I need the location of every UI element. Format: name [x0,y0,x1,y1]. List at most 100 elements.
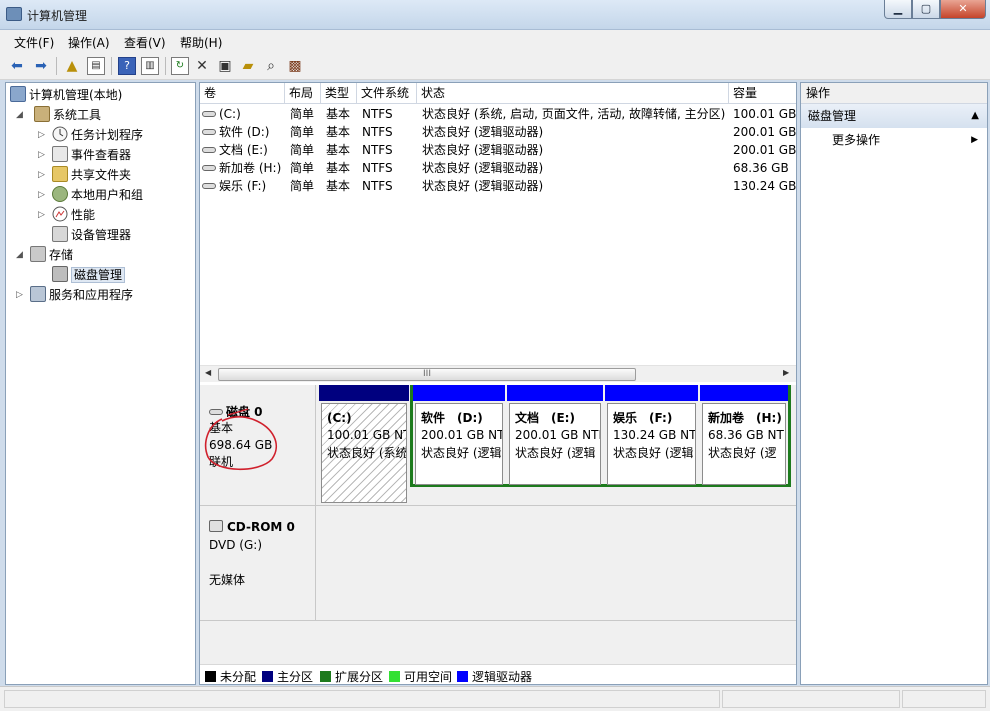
legend-extended: 扩展分区 [320,668,383,684]
column-header-status[interactable]: 状态 [417,83,729,104]
event-viewer-icon [52,146,68,162]
volume-icon [202,183,216,189]
tree-item-local-users[interactable]: ▷ 本地用户和组 [38,185,143,205]
expand-arrow-icon[interactable]: ▷ [38,125,45,145]
tree-item-device-manager[interactable]: 设备管理器 [52,225,131,245]
menu-action[interactable]: 操作(A) [68,34,110,51]
forward-arrow-icon[interactable]: ➡ [32,57,50,75]
column-header-capacity[interactable]: 容量 [729,83,796,104]
disk-row-divider [200,620,796,621]
delete-icon[interactable]: ✕ [193,57,211,75]
partition-legend: 未分配 主分区 扩展分区 可用空间 逻辑驱动器 [200,664,796,684]
volume-table-header: 卷 布局 类型 文件系统 状态 容量 [200,83,796,104]
tree-item-disk-management[interactable]: 磁盘管理 [52,265,126,285]
scrollbar-thumb[interactable]: III [218,368,636,381]
search-icon[interactable]: ⌕ [262,57,280,75]
cdrom0-drive: DVD (G:) [209,538,262,552]
column-header-filesystem[interactable]: 文件系统 [357,83,417,104]
column-header-volume[interactable]: 卷 [200,83,285,104]
table-row[interactable]: 娱乐 (F:) 简单 基本 NTFS 状态良好 (逻辑驱动器) 130.24 G… [200,177,796,195]
toolbar-separator [56,57,57,75]
tree-item-event-viewer[interactable]: ▷ 事件查看器 [38,145,131,165]
toolbar-separator [165,57,166,75]
toolbar-separator [111,57,112,75]
cdrom0-media: 无媒体 [209,573,246,587]
volume-icon [202,129,216,135]
tree-item-performance[interactable]: ▷ 性能 [38,205,95,225]
disk-properties-icon[interactable]: ▩ [286,57,304,75]
maximize-button[interactable]: ▢ [912,0,940,19]
status-cell [902,690,986,708]
menu-file[interactable]: 文件(F) [14,34,54,51]
legend-free-space: 可用空间 [389,668,452,684]
show-hide-tree-icon[interactable]: ▤ [87,57,105,75]
partition-h[interactable]: 新加卷 (H:) 68.36 GB NT 状态良好 (逻 [702,403,786,485]
disk-graphical-view: 磁盘 0 基本 698.64 GB 联机 (C:) 100.01 GB NT 状… [200,385,796,684]
tree-item-system-tools-label[interactable]: 系统工具 [34,105,101,125]
tree-item-shared-folders[interactable]: ▷ 共享文件夹 [38,165,131,185]
expand-arrow-icon[interactable]: ▷ [16,285,23,305]
minimize-button[interactable]: ▁ [884,0,912,19]
navigation-tree: 计算机管理(本地) ◢ 系统工具 ▷ 任务计划程序 ▷ 事件查看器 ▷ 共享文件… [5,82,196,685]
scroll-right-arrow-icon[interactable]: ▶ [783,368,789,377]
toolbar: ⬅ ➡ ▲ ▤ ? ▥ ↻ ✕ ▣ ▰ ⌕ ▩ [0,52,990,80]
more-actions-item[interactable]: 更多操作 ▶ [801,128,987,152]
logical-drive-bar [700,385,788,401]
close-button[interactable]: ✕ [940,0,986,19]
menu-view[interactable]: 查看(V) [124,34,166,51]
help-icon[interactable]: ? [118,57,136,75]
properties-icon[interactable]: ▣ [216,57,234,75]
tree-item-computer-management[interactable]: 计算机管理(本地) [10,85,122,105]
clock-icon [52,126,68,142]
show-hide-action-pane-icon[interactable]: ▥ [141,57,159,75]
legend-unallocated: 未分配 [205,668,256,684]
partition-e[interactable]: 文档 (E:) 200.01 GB NTI 状态良好 (逻辑 [509,403,601,485]
title-bar: 计算机管理 ▁ ▢ ✕ [0,0,990,30]
scroll-left-arrow-icon[interactable]: ◀ [205,368,211,377]
storage-icon [30,246,46,262]
collapse-up-icon[interactable]: ▲ [971,104,979,128]
tree-item-services-apps[interactable]: ▷ 服务和应用程序 [16,285,133,305]
open-folder-icon[interactable]: ▰ [239,57,257,75]
logical-drive-bar [413,385,505,401]
table-row[interactable]: 文档 (E:) 简单 基本 NTFS 状态良好 (逻辑驱动器) 200.01 G… [200,141,796,159]
collapse-arrow-icon[interactable]: ◢ [16,105,23,125]
computer-management-icon [6,7,22,21]
actions-header: 操作 [801,83,987,104]
tree-item-task-scheduler[interactable]: ▷ 任务计划程序 [38,125,143,145]
partition-f[interactable]: 娱乐 (F:) 130.24 GB NT 状态良好 (逻辑 [607,403,696,485]
up-folder-icon[interactable]: ▲ [63,57,81,75]
computer-icon [10,86,26,102]
legend-logical-drive: 逻辑驱动器 [457,668,532,684]
users-icon [52,186,68,202]
expand-arrow-icon[interactable]: ▷ [38,165,45,185]
performance-icon [52,206,68,222]
submenu-arrow-icon: ▶ [971,135,978,145]
horizontal-scrollbar[interactable]: ◀ III ▶ [200,365,796,382]
partition-c[interactable]: (C:) 100.01 GB NT 状态良好 (系统 [321,403,407,503]
services-icon [30,286,46,302]
column-header-type[interactable]: 类型 [321,83,357,104]
volume-icon [202,147,216,153]
partition-d[interactable]: 软件 (D:) 200.01 GB NT 状态良好 (逻辑 [415,403,503,485]
table-row[interactable]: 新加卷 (H:) 简单 基本 NTFS 状态良好 (逻辑驱动器) 68.36 G… [200,159,796,177]
disk-management-pane: 卷 布局 类型 文件系统 状态 容量 (C:) 简单 基本 NTFS 状态良好 … [199,82,797,685]
volume-icon [202,111,216,117]
column-header-layout[interactable]: 布局 [285,83,321,104]
collapse-arrow-icon[interactable]: ◢ [16,245,23,265]
refresh-icon[interactable]: ↻ [171,57,189,75]
expand-arrow-icon[interactable]: ▷ [38,145,45,165]
device-manager-icon [52,226,68,242]
logical-drive-bar [605,385,698,401]
logical-drive-bar [507,385,603,401]
table-row[interactable]: (C:) 简单 基本 NTFS 状态良好 (系统, 启动, 页面文件, 活动, … [200,105,796,123]
expand-arrow-icon[interactable]: ▷ [38,205,45,225]
table-row[interactable]: 软件 (D:) 简单 基本 NTFS 状态良好 (逻辑驱动器) 200.01 G… [200,123,796,141]
back-arrow-icon[interactable]: ⬅ [8,57,26,75]
status-bar [0,686,990,711]
cdrom0-label[interactable]: CD-ROM 0 DVD (G:) 无媒体 [200,506,316,620]
expand-arrow-icon[interactable]: ▷ [38,185,45,205]
tree-item-storage[interactable]: ◢ 存储 [16,245,73,265]
menu-help[interactable]: 帮助(H) [180,34,222,51]
actions-section-disk-management[interactable]: 磁盘管理 ▲ [801,104,987,128]
